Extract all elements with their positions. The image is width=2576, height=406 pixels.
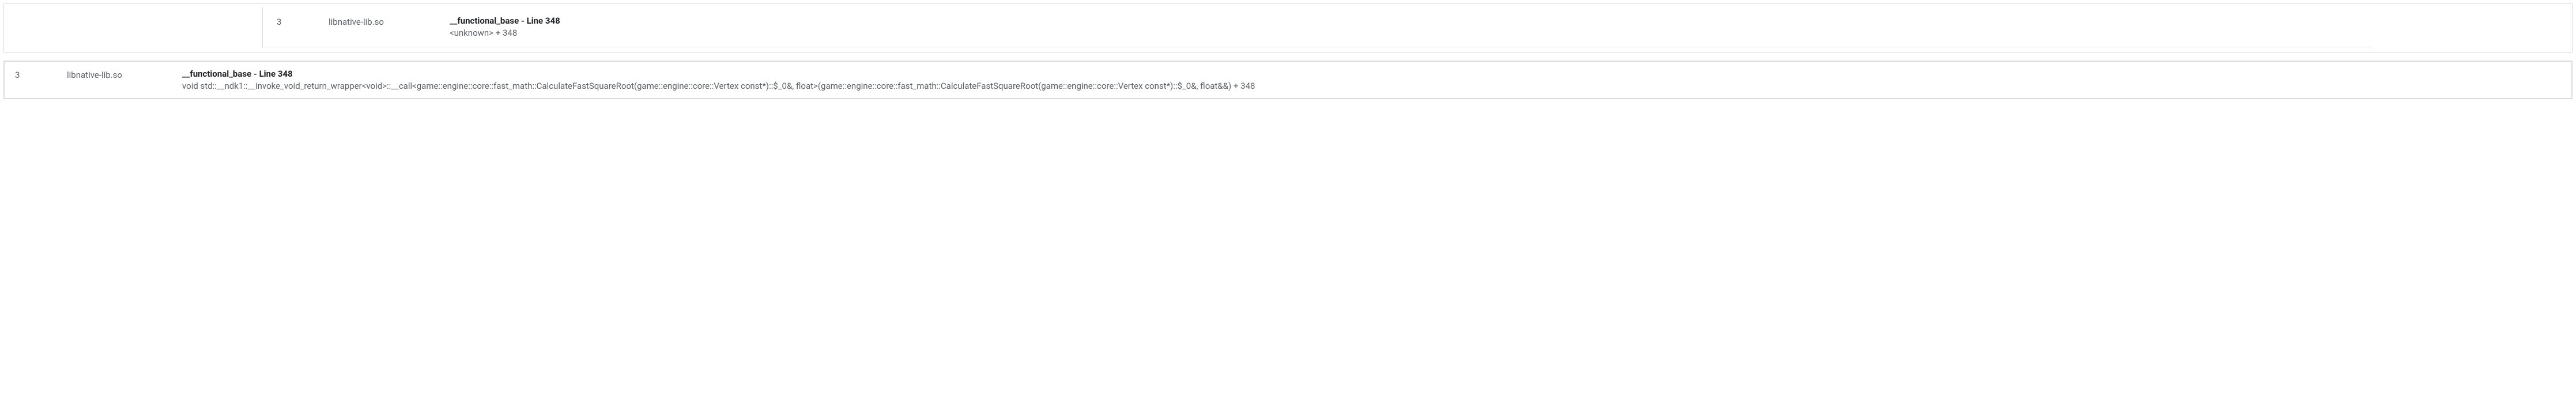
stack-frame-panel-collapsed: 3 libnative-lib.so __functional_base - L… <box>3 3 2573 52</box>
stack-frame-panel-expanded: 3 libnative-lib.so __functional_base - L… <box>3 61 2573 99</box>
frame-title: __functional_base - Line 348 <box>182 69 2561 79</box>
frame-library: libnative-lib.so <box>329 16 450 27</box>
frame-index: 3 <box>277 16 329 27</box>
stack-frame-row[interactable]: 3 libnative-lib.so __functional_base - L… <box>263 7 2371 47</box>
frame-symbol: void std::__ndk1::__invoke_void_return_w… <box>182 80 2561 92</box>
frame-detail: __functional_base - Line 348 void std::_… <box>182 69 2561 92</box>
stack-frame-inner-table: 3 libnative-lib.so __functional_base - L… <box>262 7 2371 47</box>
frame-detail: __functional_base - Line 348 <unknown> +… <box>450 16 2360 39</box>
frame-title: __functional_base - Line 348 <box>450 16 2360 26</box>
frame-library: libnative-lib.so <box>67 69 182 80</box>
frame-symbol: <unknown> + 348 <box>450 27 2360 39</box>
frame-index: 3 <box>15 69 67 80</box>
stack-frame-row[interactable]: 3 libnative-lib.so __functional_base - L… <box>10 65 2566 94</box>
